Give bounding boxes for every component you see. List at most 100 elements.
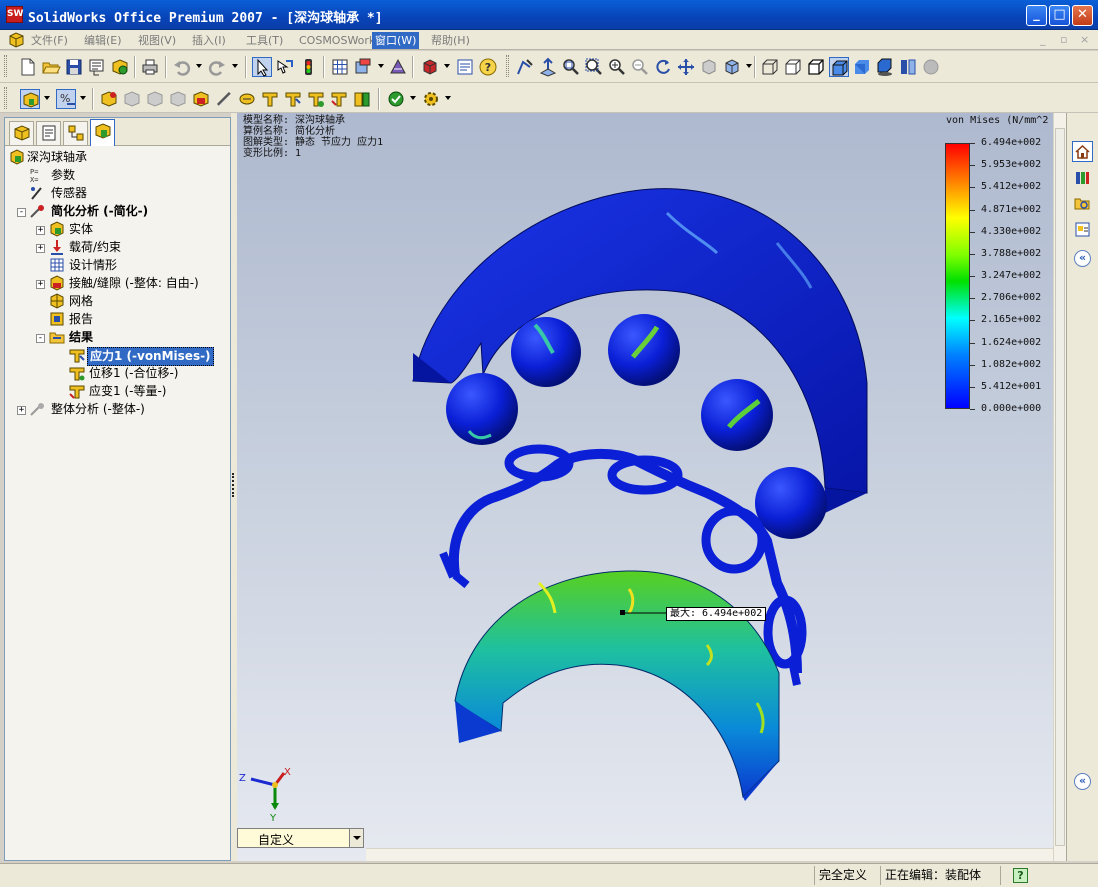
- new-icon[interactable]: [18, 57, 38, 77]
- doc-minimize-button[interactable]: _: [1040, 33, 1046, 46]
- animate-icon[interactable]: [329, 89, 349, 109]
- print-icon[interactable]: [140, 57, 160, 77]
- open-icon[interactable]: [41, 57, 61, 77]
- zoom-fit-icon[interactable]: [561, 57, 581, 77]
- properties-icon[interactable]: [455, 57, 475, 77]
- menu-tools[interactable]: 工具(T): [243, 32, 286, 49]
- doc-restore-button[interactable]: ▫: [1060, 33, 1067, 46]
- help-icon[interactable]: ?: [478, 57, 498, 77]
- units-dropdown-arrow[interactable]: [80, 96, 86, 100]
- inner-ring[interactable]: [454, 570, 780, 801]
- expand-toggle[interactable]: +: [36, 280, 45, 289]
- run-icon[interactable]: [237, 89, 257, 109]
- status-help-icon[interactable]: ?: [1000, 866, 1040, 885]
- task-pane-design-library[interactable]: [1072, 167, 1093, 188]
- scroll-thumb[interactable]: [1055, 128, 1065, 846]
- collapse-task-pane-icon[interactable]: «: [1074, 773, 1091, 790]
- tree-item-solids[interactable]: 实体: [49, 221, 224, 238]
- tree-item-mesh[interactable]: 网格: [49, 293, 224, 310]
- tree-item-sensors[interactable]: 传感器: [29, 185, 224, 202]
- zoom-out-icon[interactable]: [630, 57, 650, 77]
- ball[interactable]: [608, 314, 680, 386]
- previous-view-icon[interactable]: [699, 57, 719, 77]
- toolbar-grip[interactable]: [506, 55, 509, 77]
- undo-icon[interactable]: [172, 57, 192, 77]
- print-preview-icon[interactable]: [87, 57, 107, 77]
- sketch-icon[interactable]: [515, 57, 535, 77]
- expand-toggle[interactable]: +: [36, 226, 45, 235]
- menu-insert[interactable]: 插入(I): [189, 32, 229, 49]
- toolbar-grip[interactable]: [4, 55, 7, 77]
- maximize-button[interactable]: □: [1049, 5, 1070, 26]
- select-icon[interactable]: [252, 57, 272, 77]
- realview-icon[interactable]: [921, 57, 941, 77]
- tree-item-design-scenario[interactable]: 设计情形: [49, 257, 224, 274]
- cosmos-study-icon[interactable]: [20, 89, 40, 109]
- balls[interactable]: [446, 314, 827, 539]
- appearance-dropdown-arrow[interactable]: [378, 64, 384, 68]
- tree-item-loads-restraints[interactable]: 载荷/约束: [49, 239, 224, 256]
- ball[interactable]: [755, 467, 827, 539]
- toolbar-grip[interactable]: [4, 87, 7, 109]
- graphics-area[interactable]: Z X Y 模型名称: 深沟球轴承 算例名称: 简化分析 图解类型: 静态 节应…: [237, 113, 1066, 861]
- hidden-lines-visible-icon[interactable]: [783, 57, 803, 77]
- bearing-model[interactable]: Z X Y: [237, 113, 1066, 861]
- tree-item-study-global[interactable]: 整体分析 (-整体-): [29, 401, 224, 418]
- tree-item-parameters[interactable]: P= X= 参数: [29, 167, 224, 184]
- pan-icon[interactable]: [676, 57, 696, 77]
- ball[interactable]: [701, 379, 773, 451]
- tree-item-strain1[interactable]: 应变1 (-等量-): [69, 383, 224, 400]
- tree-item-study-simplified[interactable]: 简化分析 (-简化-): [29, 203, 224, 220]
- featuremanager-tab[interactable]: [9, 121, 34, 145]
- study-dropdown-arrow[interactable]: [44, 96, 50, 100]
- vertical-scrollbar[interactable]: [1053, 113, 1066, 861]
- menu-cosmosworks[interactable]: COSMOSWorks: [296, 32, 384, 49]
- shaded-icon[interactable]: [852, 57, 872, 77]
- menu-view[interactable]: 视图(V): [135, 32, 179, 49]
- display-icon[interactable]: [388, 57, 408, 77]
- task-pane-file-explorer[interactable]: [1072, 193, 1093, 214]
- collapse-toggle[interactable]: -: [17, 208, 26, 217]
- zoom-in-icon[interactable]: [607, 57, 627, 77]
- appearance-icon[interactable]: [353, 57, 373, 77]
- expand-toggle[interactable]: +: [17, 406, 26, 415]
- shadows-icon[interactable]: [875, 57, 895, 77]
- tree-item-contact-gaps[interactable]: 接触/缝隙 (-整体: 自由-): [49, 275, 224, 292]
- doc-close-button[interactable]: ×: [1080, 33, 1089, 46]
- rebuild-icon[interactable]: [275, 57, 295, 77]
- connector-icon[interactable]: [191, 89, 211, 109]
- menu-edit[interactable]: 编辑(E): [81, 32, 125, 49]
- view-cube-icon[interactable]: [420, 57, 440, 77]
- normal-to-icon[interactable]: [538, 57, 558, 77]
- tree-item-displacement1[interactable]: 位移1 (-合位移-): [69, 365, 224, 382]
- wireframe-icon[interactable]: [760, 57, 780, 77]
- rotate-icon[interactable]: [653, 57, 673, 77]
- hidden-lines-removed-icon[interactable]: [806, 57, 826, 77]
- mesh-icon[interactable]: [214, 89, 234, 109]
- restraint-icon[interactable]: [122, 89, 142, 109]
- horizontal-scrollbar[interactable]: [366, 848, 1053, 861]
- close-button[interactable]: ✕: [1072, 5, 1093, 26]
- deform-icon[interactable]: [306, 89, 326, 109]
- menu-window[interactable]: 窗口(W): [372, 32, 420, 49]
- task-pane-view-palette[interactable]: [1072, 219, 1093, 240]
- zoom-area-icon[interactable]: [584, 57, 604, 77]
- view-orientation-dropdown-arrow[interactable]: [746, 64, 752, 68]
- units-icon[interactable]: %: [56, 89, 76, 109]
- design-check-dropdown-arrow[interactable]: [410, 96, 416, 100]
- view-combo[interactable]: 自定义: [237, 828, 364, 848]
- view-dropdown-arrow[interactable]: [444, 64, 450, 68]
- collapse-toggle[interactable]: -: [36, 334, 45, 343]
- menu-help[interactable]: 帮助(H): [428, 32, 473, 49]
- configuration-tab[interactable]: [63, 121, 88, 145]
- tree-item-assembly[interactable]: 深沟球轴承: [9, 149, 224, 166]
- shaded-edges-icon[interactable]: [829, 57, 849, 77]
- result-icon[interactable]: [260, 89, 280, 109]
- cosmosworks-tab[interactable]: [90, 119, 115, 146]
- settings-icon[interactable]: [421, 89, 441, 109]
- expand-toggle[interactable]: +: [36, 244, 45, 253]
- probe-icon[interactable]: [352, 89, 372, 109]
- ball[interactable]: [446, 373, 518, 445]
- menu-file[interactable]: 文件(F): [28, 32, 71, 49]
- save-icon[interactable]: [64, 57, 84, 77]
